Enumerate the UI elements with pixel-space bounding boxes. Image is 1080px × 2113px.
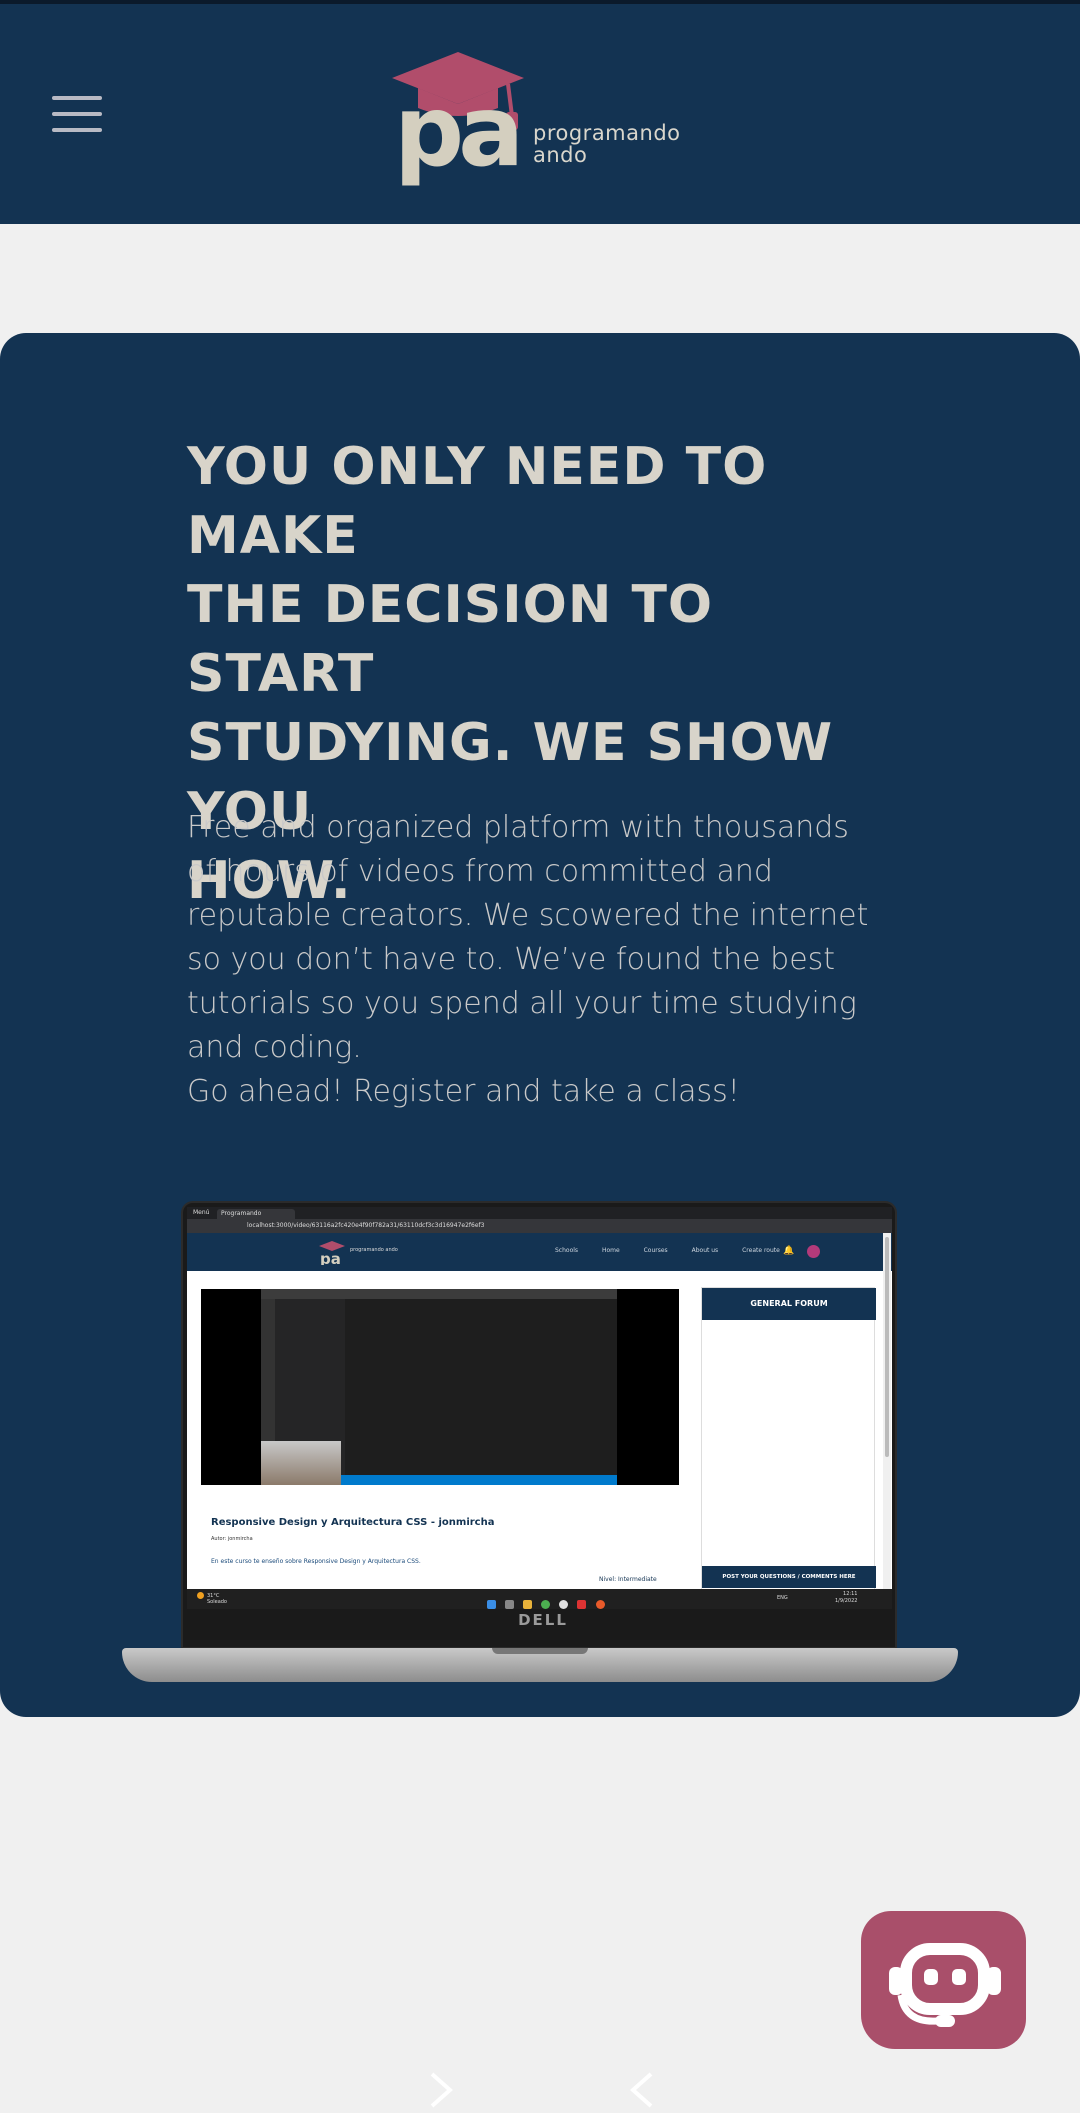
hamburger-bar (52, 128, 102, 132)
hero-description: Free and organized platform with thousan… (187, 806, 887, 1114)
hero-description-line: Go ahead! Register and take a class! (187, 1074, 740, 1109)
forum-title: GENERAL FORUM (702, 1288, 876, 1320)
hero-section: YOU ONLY NEED TO MAKE THE DECISION TO ST… (0, 333, 1080, 1717)
mini-nav-link: Courses (643, 1247, 668, 1254)
folder-icon (523, 1600, 533, 1609)
hero-description-line: tutorials so you spend all your time stu… (187, 986, 857, 1021)
logo[interactable]: pa programando ando (388, 44, 708, 189)
hero-description-line: reputable creators. We scowered the inte… (187, 898, 869, 933)
tray-lang: ENG (777, 1595, 788, 1601)
mini-nav-link: Create route (742, 1247, 780, 1254)
webcam-overlay (261, 1441, 341, 1485)
robot-headset-icon (889, 1943, 1001, 2027)
weather-desc: Soleado (207, 1599, 227, 1605)
hero-description-line: so you don’t have to. We’ve found the be… (187, 942, 836, 977)
hamburger-bar (52, 112, 102, 116)
bell-icon: 🔔 (783, 1246, 795, 1256)
hero-description-line: Free and organized platform with thousan… (187, 810, 849, 845)
system-tray: ENG (777, 1595, 788, 1601)
brave-icon (577, 1600, 587, 1609)
mini-nav-links: Schools Home Courses About us Create rou… (555, 1247, 802, 1254)
hero-description-line: of hours of videos from committed and (187, 854, 773, 889)
search-icon (505, 1600, 515, 1609)
mini-nav-link: Home (601, 1247, 620, 1254)
mini-nav-link: About us (691, 1247, 719, 1254)
mini-site-nav: pa programando ando Schools Home Courses… (187, 1233, 892, 1271)
scrollbar (883, 1233, 891, 1589)
mini-logo-text: programando ando (350, 1247, 398, 1253)
forum-footer: POST YOUR QUESTIONS / COMMENTS HERE (702, 1566, 876, 1588)
hamburger-menu-icon[interactable] (52, 94, 102, 134)
svg-text:pa: pa (320, 1250, 341, 1265)
hero-description-line: and coding. (187, 1030, 362, 1065)
laptop-mockup-image: Menú Programando localhost:3000/video/63… (122, 1201, 958, 1682)
editor-titlebar (261, 1289, 617, 1299)
course-description: En este curso te enseño sobre Responsive… (211, 1558, 421, 1565)
chevron-left-icon[interactable] (627, 2070, 657, 2110)
chevron-right-icon[interactable] (426, 2070, 456, 2110)
browser-menu-label: Menú (193, 1209, 210, 1216)
video-player (201, 1289, 679, 1485)
course-level: Nivel: Intermediate (599, 1576, 657, 1583)
hero-title-line: YOU ONLY NEED TO MAKE (187, 437, 768, 566)
app-icon (559, 1600, 569, 1609)
laptop-screen: Menú Programando localhost:3000/video/63… (187, 1207, 892, 1589)
scrollbar-thumb (885, 1237, 889, 1457)
laptop-base (122, 1648, 958, 1682)
logo-text-line1: programando (533, 121, 681, 145)
laptop-brand: DELL (518, 1611, 568, 1629)
windows-start-icon (487, 1600, 496, 1609)
git-icon (595, 1600, 605, 1609)
hamburger-bar (52, 96, 102, 100)
clock-time: 12:11 (843, 1591, 858, 1597)
course-title: Responsive Design y Arquitectura CSS - j… (211, 1517, 495, 1528)
mini-nav-link: Schools (555, 1247, 579, 1254)
general-forum-panel: GENERAL FORUM POST YOUR QUESTIONS / COMM… (701, 1287, 876, 1589)
weather-widget: 31°C Soleado (197, 1592, 227, 1605)
laptop-lid: Menú Programando localhost:3000/video/63… (181, 1201, 897, 1649)
chrome-icon (541, 1600, 551, 1609)
course-author: Autor: jonmircha (211, 1536, 253, 1542)
chatbot-button[interactable] (861, 1911, 1026, 2049)
taskbar-clock: 12:11 1/9/2022 (835, 1591, 857, 1605)
browser-tab: Programando (217, 1209, 295, 1219)
sun-icon (197, 1592, 204, 1599)
browser-tab-strip: Menú Programando (187, 1207, 892, 1219)
logo-text: programando ando (533, 122, 681, 166)
site-header: pa programando ando (0, 4, 1080, 224)
browser-url-bar: localhost:3000/video/63116a2fc420e4f90f7… (187, 1219, 892, 1233)
mini-logo-icon: pa (319, 1241, 345, 1265)
browser-url: localhost:3000/video/63116a2fc420e4f90f7… (247, 1222, 485, 1229)
avatar (807, 1245, 820, 1258)
windows-taskbar: 31°C Soleado ENG 12:11 1/9/2022 (187, 1589, 892, 1609)
logo-mark: pa (394, 75, 524, 189)
hero-title-line: THE DECISION TO START (187, 575, 714, 704)
clock-date: 1/9/2022 (835, 1598, 858, 1604)
laptop-notch (492, 1648, 588, 1654)
logo-text-line2: ando (533, 143, 588, 167)
